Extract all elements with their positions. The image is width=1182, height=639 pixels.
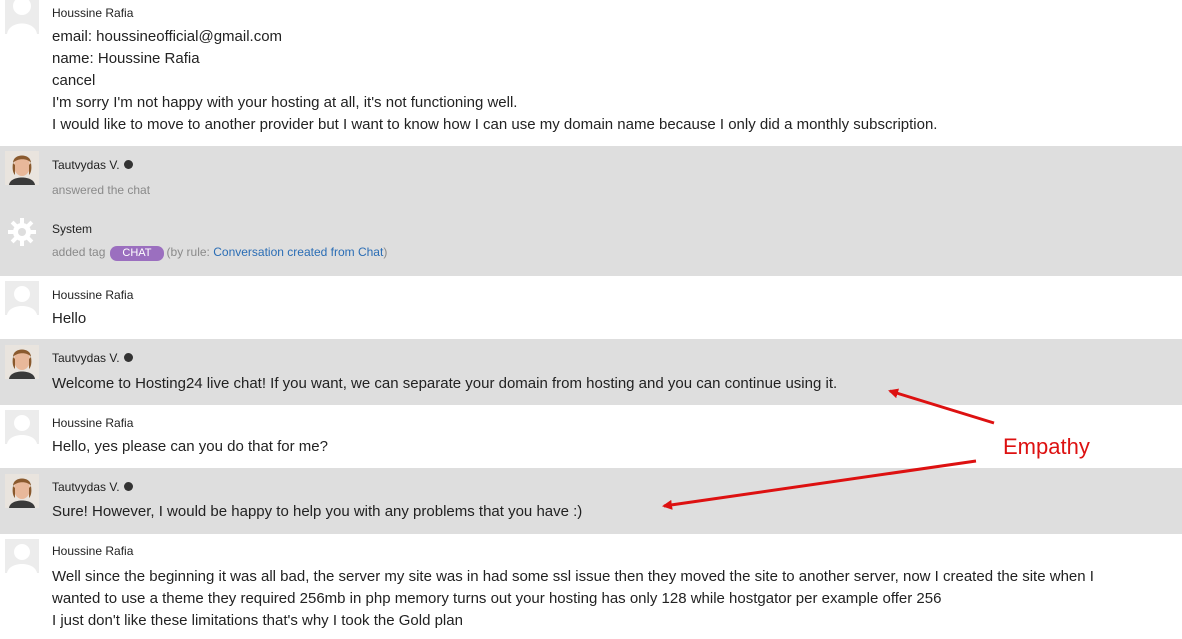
avatar-agent <box>5 151 39 185</box>
message-line: I just don't like these limitations that… <box>52 612 463 629</box>
avatar-agent <box>5 345 39 379</box>
message-line: I'm sorry I'm not happy with your hostin… <box>52 94 518 111</box>
author-name: System <box>52 222 93 236</box>
agent-photo-icon <box>5 151 39 185</box>
user-placeholder-icon <box>5 539 39 573</box>
user-placeholder-icon <box>5 0 39 34</box>
message-line: Welcome to Hosting24 live chat! If you w… <box>52 375 838 392</box>
rule-suffix: ) <box>383 245 388 259</box>
message-customer: Houssine Rafia Well since the beginning … <box>0 534 1182 639</box>
avatar-system <box>5 215 39 249</box>
message-agent: Tautvydas V. Sure! However, I would be h… <box>0 468 1182 534</box>
author-name: Tautvydas V. <box>52 480 120 494</box>
author-name: Tautvydas V. <box>52 351 120 365</box>
user-placeholder-icon <box>5 281 39 315</box>
gear-icon <box>5 215 39 249</box>
message-customer: Houssine Rafia email: houssineofficial@g… <box>0 0 1182 146</box>
rule-prefix: (by rule: <box>166 245 210 259</box>
chat-thread: Houssine Rafia email: houssineofficial@g… <box>0 0 1182 639</box>
agent-photo-icon <box>5 345 39 379</box>
agent-photo-icon <box>5 474 39 508</box>
avatar-placeholder <box>5 281 39 315</box>
tag-badge[interactable]: CHAT <box>110 246 164 261</box>
message-line: Well since the beginning it was all bad,… <box>52 568 1094 585</box>
annotation-label: Empathy <box>1003 434 1090 459</box>
author-name: Houssine Rafia <box>52 544 134 558</box>
author-name: Houssine Rafia <box>52 416 134 430</box>
message-line: cancel <box>52 72 96 89</box>
message-line: Hello <box>52 310 87 327</box>
rule-link[interactable]: Conversation created from Chat <box>213 245 383 259</box>
event-prefix: added tag <box>52 245 106 259</box>
message-line: email: houssineofficial@gmail.com <box>52 28 283 45</box>
avatar-placeholder <box>5 539 39 573</box>
author-name-row: Tautvydas V. <box>52 158 133 172</box>
avatar-agent <box>5 474 39 508</box>
message-line: Sure! However, I would be happy to help … <box>52 503 583 520</box>
author-name: Tautvydas V. <box>52 158 120 172</box>
event-text: answered the chat <box>52 183 151 197</box>
user-placeholder-icon <box>5 410 39 444</box>
status-dot-icon <box>123 160 133 169</box>
message-line: name: Houssine Rafia <box>52 50 200 67</box>
status-dot-icon <box>123 353 133 362</box>
avatar-placeholder <box>5 410 39 444</box>
author-name: Houssine Rafia <box>52 6 134 20</box>
event-block: Tautvydas V. answered the chat System ad… <box>0 146 1182 276</box>
message-line: wanted to use a theme they required 256m… <box>52 590 942 607</box>
avatar-placeholder <box>5 0 39 34</box>
status-dot-icon <box>123 482 133 491</box>
author-name-row: Tautvydas V. <box>52 480 133 494</box>
message-customer: Houssine Rafia Hello <box>0 276 1182 339</box>
message-line: Hello, yes please can you do that for me… <box>52 438 328 455</box>
message-agent: Tautvydas V. Welcome to Hosting24 live c… <box>0 339 1182 405</box>
author-name: Houssine Rafia <box>52 288 134 302</box>
message-line: I would like to move to another provider… <box>52 116 938 133</box>
tag-event: added tag CHAT (by rule: Conversation crea… <box>52 245 387 261</box>
author-name-row: Tautvydas V. <box>52 351 133 365</box>
